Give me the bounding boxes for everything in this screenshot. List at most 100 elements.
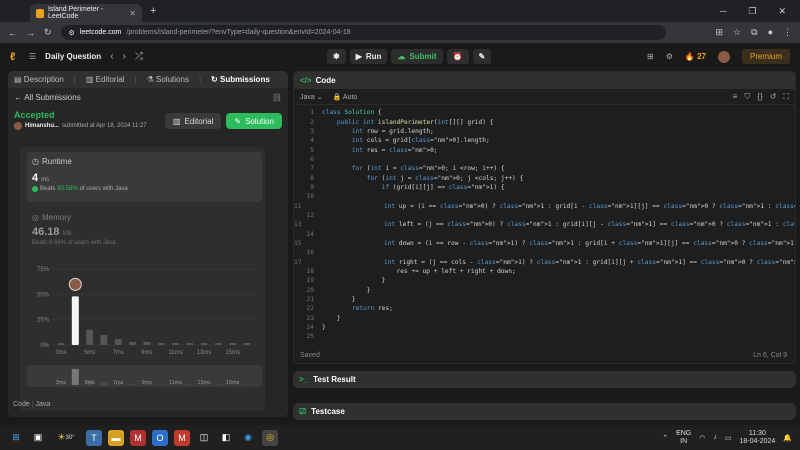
volume-icon[interactable]: ♪	[713, 434, 717, 441]
editorial-button[interactable]: ▥ Editorial	[164, 113, 222, 129]
notes-button[interactable]: ✎	[472, 49, 492, 64]
wifi-icon[interactable]: ◠	[699, 434, 705, 442]
weather-icon[interactable]: ☀ 30°	[52, 430, 80, 446]
maximize-icon[interactable]: ❐	[748, 6, 756, 17]
solution-button[interactable]: ✎ Solution	[226, 113, 282, 129]
reset-icon[interactable]: ↺	[770, 92, 777, 102]
code-line[interactable]: 8 for (int j = class="nm">0; j <cols; j+…	[294, 173, 795, 182]
tab-description[interactable]: ▤ Description	[14, 75, 64, 84]
code-line[interactable]: 4 int cols = grid[class="nm">0].length;	[294, 136, 795, 145]
code-line[interactable]: 7 for (int i = class="nm">0; i <row; i++…	[294, 164, 795, 173]
teams-icon[interactable]: T	[86, 429, 102, 446]
extensions-icon[interactable]: ⧉	[751, 27, 757, 38]
code-line[interactable]: 22 return res;	[294, 304, 795, 313]
test-result-panel[interactable]: >_ Test Result	[293, 371, 796, 388]
profile-icon[interactable]: ●	[768, 27, 773, 38]
site-info-icon[interactable]: ⚙	[69, 29, 75, 37]
daily-question-title[interactable]: Daily Question	[45, 52, 101, 61]
task-view-icon[interactable]: ▣	[30, 430, 46, 446]
language-indicator[interactable]: ENG IN	[676, 430, 691, 446]
tab-editorial[interactable]: ▥ Editorial	[86, 75, 125, 84]
auto-mode[interactable]: 🔒 Auto	[333, 93, 358, 101]
new-tab-icon[interactable]: +	[150, 5, 156, 17]
store-icon[interactable]: ◫	[196, 430, 212, 446]
debug-button[interactable]: ✱	[327, 49, 346, 64]
tab-submissions[interactable]: ↻ Submissions	[211, 75, 270, 84]
format-icon[interactable]: ≡	[733, 92, 738, 102]
code-line[interactable]: 15 int down = (i == row - class="nm">1) …	[294, 239, 795, 248]
reload-icon[interactable]: ↻	[44, 27, 52, 38]
chevron-up-icon[interactable]: ⌃	[662, 434, 668, 442]
code-line[interactable]: 19 }	[294, 276, 795, 285]
chrome-icon[interactable]: ◎	[262, 429, 278, 446]
notification-icon[interactable]: 🔔	[783, 434, 792, 442]
photos-icon[interactable]: ◧	[218, 430, 234, 446]
user-avatar[interactable]	[717, 50, 730, 63]
fullscreen-icon[interactable]: ⛶	[783, 92, 789, 102]
code-line[interactable]: 1 class Solution {	[294, 108, 795, 117]
language-select[interactable]: Java ⌄	[300, 93, 323, 101]
testcase-panel[interactable]: ☑ Testcase	[293, 403, 796, 420]
code-line[interactable]: 13 int left = (j == class="nm">0) ? clas…	[294, 220, 795, 229]
tab-solutions[interactable]: ⚗ Solutions	[147, 75, 189, 84]
code-line[interactable]: 25	[294, 332, 795, 341]
code-line[interactable]: 14	[294, 229, 795, 238]
runtime-card[interactable]: ◷ Runtime 4 ms Beats 93.58% of users with…	[27, 152, 262, 202]
chart-range-selector[interactable]: 3ms 5ms 7ms 9ms 11ms 13ms 15ms	[27, 365, 262, 387]
all-submissions-link[interactable]: ← All Submissions ⛓	[8, 88, 288, 106]
close-window-icon[interactable]: ✕	[778, 6, 786, 17]
minimize-icon[interactable]: ─	[720, 6, 726, 17]
submit-button[interactable]: ☁ Submit	[391, 49, 443, 64]
braces-icon[interactable]: {}	[757, 92, 762, 102]
leetcode-logo-icon[interactable]: ℓ	[10, 51, 20, 63]
app-icon[interactable]: M	[130, 429, 146, 446]
browser-tab[interactable]: Island Perimeter - LeetCode ✕	[30, 4, 142, 22]
code-line[interactable]: 20 }	[294, 286, 795, 295]
premium-button[interactable]: Premium	[741, 49, 790, 64]
share-link-icon[interactable]: ⛓	[272, 93, 282, 102]
close-tab-icon[interactable]: ✕	[129, 9, 136, 18]
streak-counter[interactable]: 🔥 27	[685, 52, 706, 61]
code-line[interactable]: 5 int res = class="nm">0;	[294, 145, 795, 154]
windows-start-icon[interactable]: ⊞	[8, 430, 24, 446]
timer-button[interactable]: ⏰	[446, 49, 469, 64]
forward-icon[interactable]: →	[26, 28, 35, 38]
code-line[interactable]: 6	[294, 155, 795, 164]
problem-list-icon[interactable]: ☰	[29, 52, 36, 61]
shuffle-icon[interactable]: ⤮	[135, 51, 143, 62]
mcafee-icon[interactable]: M	[174, 429, 190, 446]
code-line[interactable]: 23 }	[294, 314, 795, 323]
install-icon[interactable]: ⊞	[716, 27, 724, 38]
code-area[interactable]: 1 class Solution {2 public int islandPeri…	[294, 108, 795, 342]
runtime-distribution-chart[interactable]: 75% 50% 25% 0% 3ms 5ms 7ms 9ms 11ms 13ms 15ms	[27, 265, 262, 357]
outlook-icon[interactable]: O	[152, 429, 168, 446]
code-line[interactable]: 18 res += up + left + right + down;	[294, 267, 795, 276]
code-label[interactable]: Code	[13, 401, 30, 408]
menu-icon[interactable]: ⋮	[783, 27, 792, 38]
bookmark-icon[interactable]: ⛉	[744, 92, 750, 102]
submitter-name[interactable]: Himanshu...	[25, 123, 59, 129]
code-line[interactable]: 12	[294, 211, 795, 220]
prev-problem-icon[interactable]: ‹	[110, 51, 113, 62]
settings-gear-icon[interactable]: ⚙	[666, 52, 673, 61]
bookmark-star-icon[interactable]: ☆	[733, 27, 741, 38]
code-line[interactable]: 17 int right = (j == cols - class="nm">1…	[294, 258, 795, 267]
layout-icon[interactable]: ⊞	[647, 52, 654, 61]
memory-card[interactable]: ◎ Memory 46.18 MB Beats 8.66% of users wi…	[27, 213, 262, 246]
clock[interactable]: 11:30 18-04-2024	[739, 430, 775, 446]
code-line[interactable]: 9 if (grid[i][j] == class="nm">1) {	[294, 183, 795, 192]
edge-icon[interactable]: ◉	[240, 430, 256, 446]
code-line[interactable]: 11 int up = (i == class="nm">0) ? class=…	[294, 201, 795, 210]
code-line[interactable]: 24}	[294, 323, 795, 332]
code-line[interactable]: 10	[294, 192, 795, 201]
code-line[interactable]: 16	[294, 248, 795, 257]
code-line[interactable]: 21 }	[294, 295, 795, 304]
code-line[interactable]: 3 int row = grid.length;	[294, 127, 795, 136]
file-explorer-icon[interactable]: ▬	[108, 429, 124, 446]
address-bar[interactable]: ⚙ leetcode.com/problems/island-perimeter…	[60, 25, 666, 40]
next-problem-icon[interactable]: ›	[123, 51, 126, 62]
code-line[interactable]: 2 public int islandPerimeter(int[][] gri…	[294, 117, 795, 126]
battery-icon[interactable]: ▭	[725, 434, 732, 442]
back-icon[interactable]: ←	[8, 28, 17, 38]
run-button[interactable]: ▶ Run	[349, 49, 388, 64]
